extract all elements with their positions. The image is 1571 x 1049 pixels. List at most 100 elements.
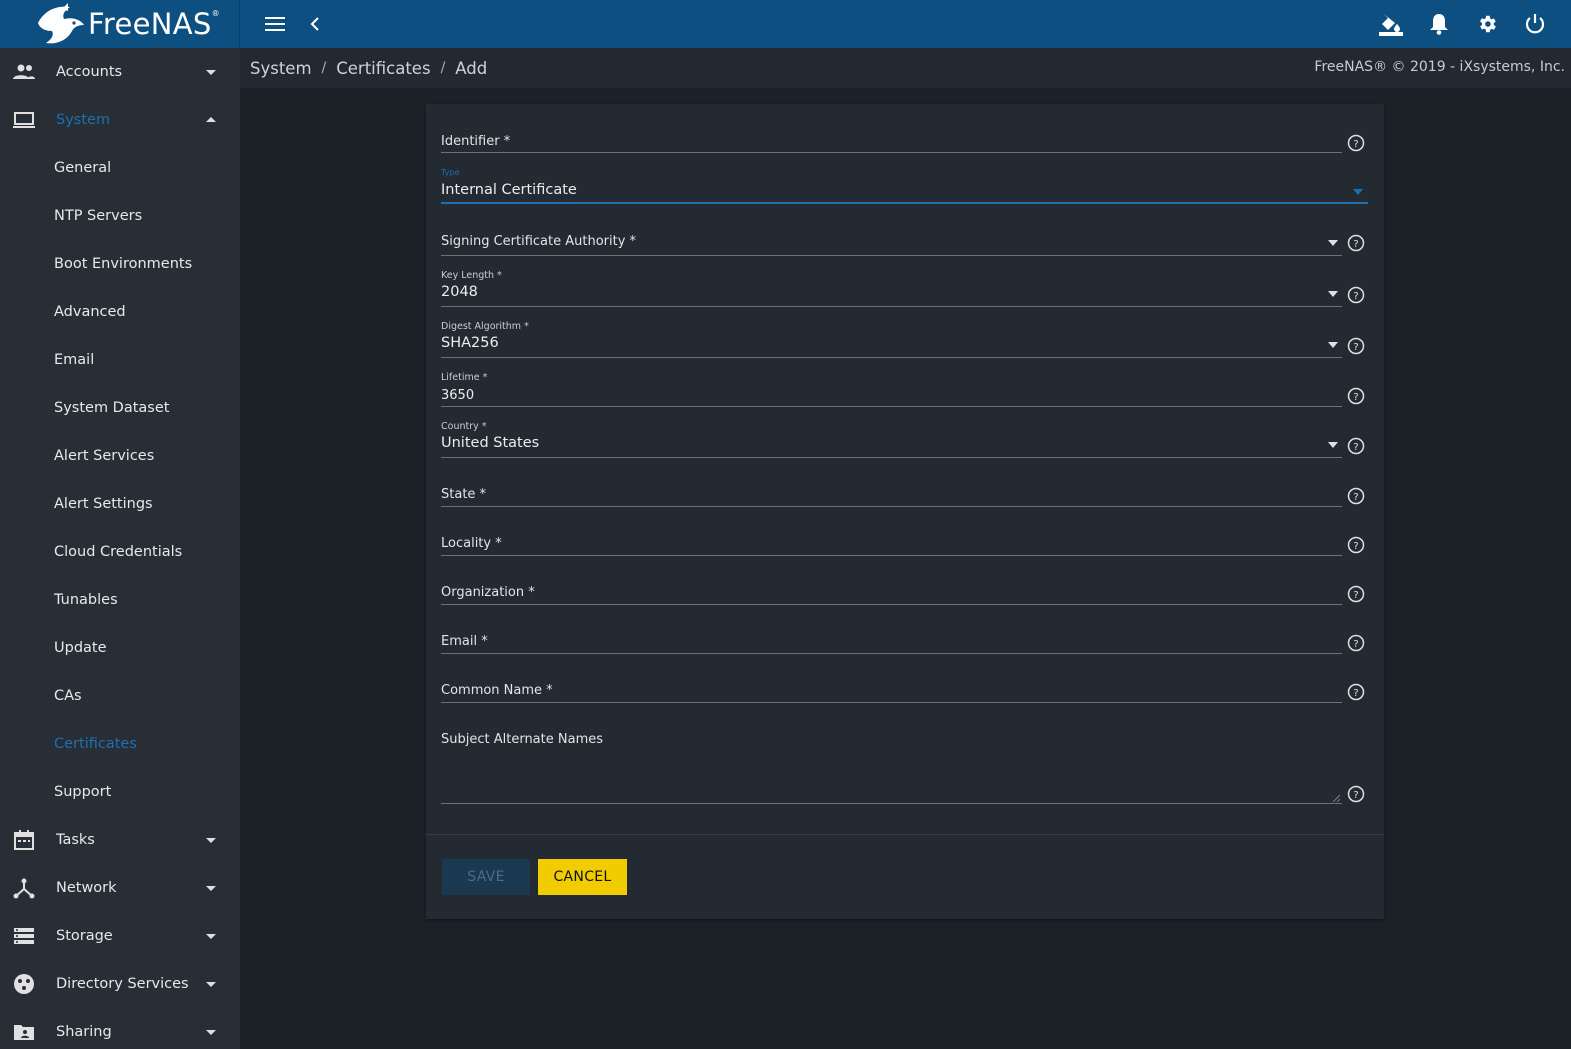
locality-input[interactable]: Locality * bbox=[441, 536, 1368, 560]
top-bar: FreeNAS® bbox=[0, 0, 1571, 48]
sidebar-subitem-alert-services[interactable]: Alert Services bbox=[0, 432, 240, 480]
dropdown-caret-icon[interactable] bbox=[1328, 240, 1338, 246]
directory-services-icon bbox=[14, 974, 34, 994]
lifetime-value: 3650 bbox=[441, 388, 475, 403]
identifier-field[interactable]: Identifier * bbox=[441, 132, 1368, 156]
breadcrumb: System / Certificates / Add bbox=[250, 59, 487, 78]
menu-icon bbox=[265, 17, 285, 31]
svg-text:?: ? bbox=[1353, 541, 1358, 552]
svg-text:?: ? bbox=[1353, 291, 1358, 302]
svg-text:?: ? bbox=[1353, 688, 1358, 699]
sidebar-item-sharing[interactable]: Sharing bbox=[0, 1008, 240, 1049]
help-icon[interactable]: ? bbox=[1347, 134, 1365, 152]
form-divider bbox=[426, 834, 1384, 835]
state-input[interactable]: State * bbox=[441, 487, 1368, 511]
signing-ca-select[interactable]: Signing Certificate Authority * bbox=[441, 234, 1368, 258]
common-name-input[interactable]: Common Name * bbox=[441, 683, 1368, 707]
caret-down-icon bbox=[206, 982, 216, 987]
resize-handle-icon[interactable] bbox=[1332, 794, 1340, 802]
help-icon[interactable]: ? bbox=[1347, 337, 1365, 355]
theme-paint-icon bbox=[1379, 14, 1403, 36]
country-value: United States bbox=[441, 435, 540, 451]
caret-down-icon bbox=[206, 838, 216, 843]
caret-up-icon bbox=[206, 117, 216, 122]
sidebar-subitem-cas[interactable]: CAs bbox=[0, 672, 240, 720]
type-value: Internal Certificate bbox=[441, 182, 577, 198]
dropdown-caret-icon[interactable] bbox=[1328, 291, 1338, 297]
sidebar-item-storage[interactable]: Storage bbox=[0, 912, 240, 960]
sidebar-item-system[interactable]: System bbox=[0, 96, 240, 144]
theme-button[interactable] bbox=[1371, 4, 1411, 44]
help-icon[interactable]: ? bbox=[1347, 387, 1365, 405]
country-select[interactable]: Country * United States bbox=[441, 421, 1368, 459]
notifications-button[interactable] bbox=[1419, 4, 1459, 44]
help-icon[interactable]: ? bbox=[1347, 437, 1365, 455]
dropdown-caret-icon[interactable] bbox=[1328, 342, 1338, 348]
sidebar-item-network[interactable]: Network bbox=[0, 864, 240, 912]
sidebar-item-accounts[interactable]: Accounts bbox=[0, 48, 240, 96]
help-icon[interactable]: ? bbox=[1347, 634, 1365, 652]
caret-down-icon bbox=[206, 70, 216, 75]
key-length-label: Key Length * bbox=[441, 270, 502, 281]
common-name-label: Common Name * bbox=[441, 683, 553, 698]
help-icon[interactable]: ? bbox=[1347, 286, 1365, 304]
key-length-value: 2048 bbox=[441, 284, 478, 300]
svg-text:?: ? bbox=[1353, 790, 1358, 801]
key-length-select[interactable]: Key Length * 2048 bbox=[441, 270, 1368, 308]
lifetime-label: Lifetime * bbox=[441, 372, 488, 383]
sidebar-subitem-support[interactable]: Support bbox=[0, 768, 240, 816]
breadcrumb-certificates[interactable]: Certificates bbox=[336, 59, 430, 78]
help-icon[interactable]: ? bbox=[1347, 683, 1365, 701]
email-label: Email * bbox=[441, 634, 488, 649]
svg-text:?: ? bbox=[1353, 442, 1358, 453]
settings-button[interactable] bbox=[1467, 4, 1507, 44]
svg-text:?: ? bbox=[1353, 639, 1358, 650]
breadcrumb-separator: / bbox=[440, 60, 446, 76]
digest-algorithm-label: Digest Algorithm * bbox=[441, 321, 529, 332]
svg-text:?: ? bbox=[1353, 590, 1358, 601]
digest-algorithm-select[interactable]: Digest Algorithm * SHA256 bbox=[441, 321, 1368, 359]
menu-toggle-button[interactable] bbox=[255, 4, 295, 44]
copyright-text: FreeNAS® © 2019 - iXsystems, Inc. bbox=[1314, 59, 1565, 75]
breadcrumb-bar: System / Certificates / Add FreeNAS® © 2… bbox=[240, 48, 1571, 88]
caret-down-icon bbox=[206, 934, 216, 939]
sidebar-subitem-general[interactable]: General bbox=[0, 144, 240, 192]
sidebar-subitem-alert-settings[interactable]: Alert Settings bbox=[0, 480, 240, 528]
help-icon[interactable]: ? bbox=[1347, 585, 1365, 603]
breadcrumb-system[interactable]: System bbox=[250, 59, 312, 78]
calendar-icon bbox=[14, 830, 34, 850]
sidebar-subitem-cloud-credentials[interactable]: Cloud Credentials bbox=[0, 528, 240, 576]
lifetime-input[interactable]: Lifetime * 3650 bbox=[441, 372, 1368, 408]
logo[interactable]: FreeNAS® bbox=[0, 0, 240, 48]
collapse-sidebar-button[interactable] bbox=[295, 4, 335, 44]
help-icon[interactable]: ? bbox=[1347, 234, 1365, 252]
sidebar-subitem-update[interactable]: Update bbox=[0, 624, 240, 672]
cancel-button[interactable]: CANCEL bbox=[538, 859, 627, 895]
freenas-shark-logo-icon bbox=[38, 3, 84, 44]
email-input[interactable]: Email * bbox=[441, 634, 1368, 658]
sidebar-item-directory-services[interactable]: Directory Services bbox=[0, 960, 240, 1008]
sidebar-item-tasks[interactable]: Tasks bbox=[0, 816, 240, 864]
dropdown-caret-icon[interactable] bbox=[1328, 442, 1338, 448]
dropdown-caret-icon[interactable] bbox=[1353, 189, 1363, 195]
sidebar-subitem-email[interactable]: Email bbox=[0, 336, 240, 384]
svg-text:?: ? bbox=[1353, 392, 1358, 403]
help-icon[interactable]: ? bbox=[1347, 487, 1365, 505]
network-icon bbox=[13, 878, 35, 899]
type-select[interactable]: Type Internal Certificate bbox=[441, 168, 1368, 206]
organization-input[interactable]: Organization * bbox=[441, 585, 1368, 609]
sidebar-subitem-tunables[interactable]: Tunables bbox=[0, 576, 240, 624]
sidebar-subitem-certificates[interactable]: Certificates bbox=[0, 720, 240, 768]
organization-label: Organization * bbox=[441, 585, 535, 600]
sidebar-subitem-boot-environments[interactable]: Boot Environments bbox=[0, 240, 240, 288]
power-button[interactable] bbox=[1515, 4, 1555, 44]
save-button[interactable]: SAVE bbox=[442, 859, 530, 895]
help-icon[interactable]: ? bbox=[1347, 536, 1365, 554]
sidebar-subitem-ntp-servers[interactable]: NTP Servers bbox=[0, 192, 240, 240]
subject-alternate-names-textarea[interactable]: Subject Alternate Names bbox=[441, 732, 1368, 804]
caret-down-icon bbox=[206, 886, 216, 891]
help-icon[interactable]: ? bbox=[1347, 785, 1365, 803]
sidebar-subitem-system-dataset[interactable]: System Dataset bbox=[0, 384, 240, 432]
sidebar-subitem-advanced[interactable]: Advanced bbox=[0, 288, 240, 336]
signing-ca-label: Signing Certificate Authority * bbox=[441, 234, 637, 249]
